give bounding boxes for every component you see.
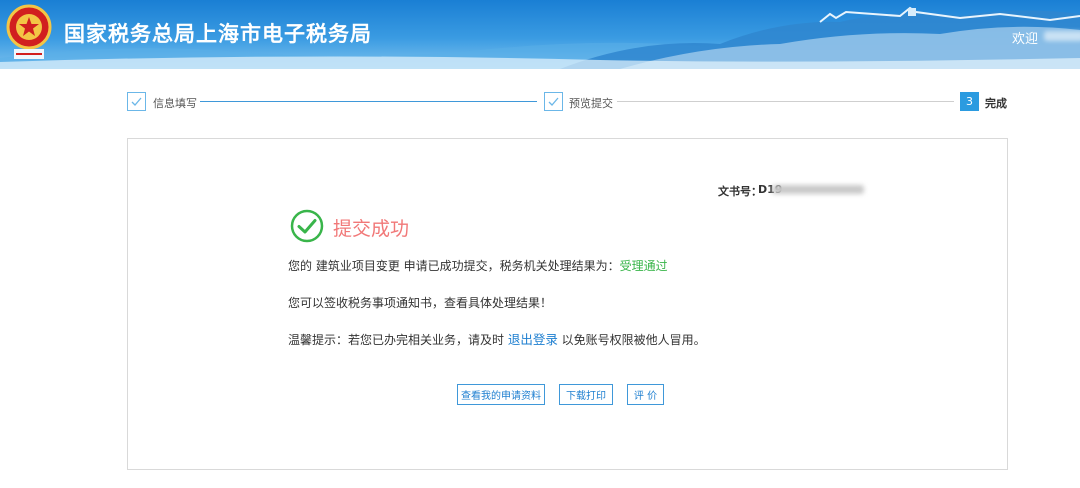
doc-number-redacted [772, 185, 864, 194]
notice-message: 您可以签收税务事项通知书，查看具体处理结果！ [288, 296, 553, 310]
site-title: 国家税务总局上海市电子税务局 [64, 22, 372, 46]
result-message: 您的 建筑业项目变更 申请已成功提交，税务机关处理结果为：受理通过 [288, 257, 668, 274]
step-line-1 [200, 101, 537, 102]
step-line-2 [617, 101, 954, 102]
result-message-text: 您的 建筑业项目变更 申请已成功提交，税务机关处理结果为： [288, 259, 620, 273]
download-print-button[interactable]: 下载打印 [559, 384, 613, 405]
tip-text: 温馨提示：若您已办完相关业务，请及时 [288, 333, 508, 347]
step-3-number: 3 [960, 92, 979, 111]
view-application-materials-button[interactable]: 查看我的申请资料 [457, 384, 545, 405]
result-status: 受理通过 [619, 259, 668, 273]
site-header: 国家税务总局上海市电子税务局 欢迎 [0, 0, 1080, 69]
step-2-label: 预览提交 [569, 97, 613, 110]
step-1-label: 信息填写 [153, 97, 197, 110]
user-name-redacted[interactable] [1044, 31, 1080, 41]
doc-number-label: 文书号： [718, 185, 762, 198]
step-3-label: 完成 [985, 97, 1007, 110]
result-panel [127, 138, 1008, 470]
welcome-text: 欢迎 [1012, 32, 1039, 47]
step-2-check-icon [544, 92, 563, 111]
tax-emblem-icon [6, 4, 52, 59]
tip-message: 温馨提示：若您已办完相关业务，请及时 退出登录 以免账号权限被他人冒用。 [288, 329, 706, 348]
evaluate-button[interactable]: 评 价 [627, 384, 664, 405]
success-title: 提交成功 [333, 218, 410, 240]
success-check-icon [290, 209, 324, 243]
tip-text-suffix: 以免账号权限被他人冒用。 [557, 333, 706, 347]
step-1-check-icon [127, 92, 146, 111]
logout-link[interactable]: 退出登录 [508, 332, 558, 347]
